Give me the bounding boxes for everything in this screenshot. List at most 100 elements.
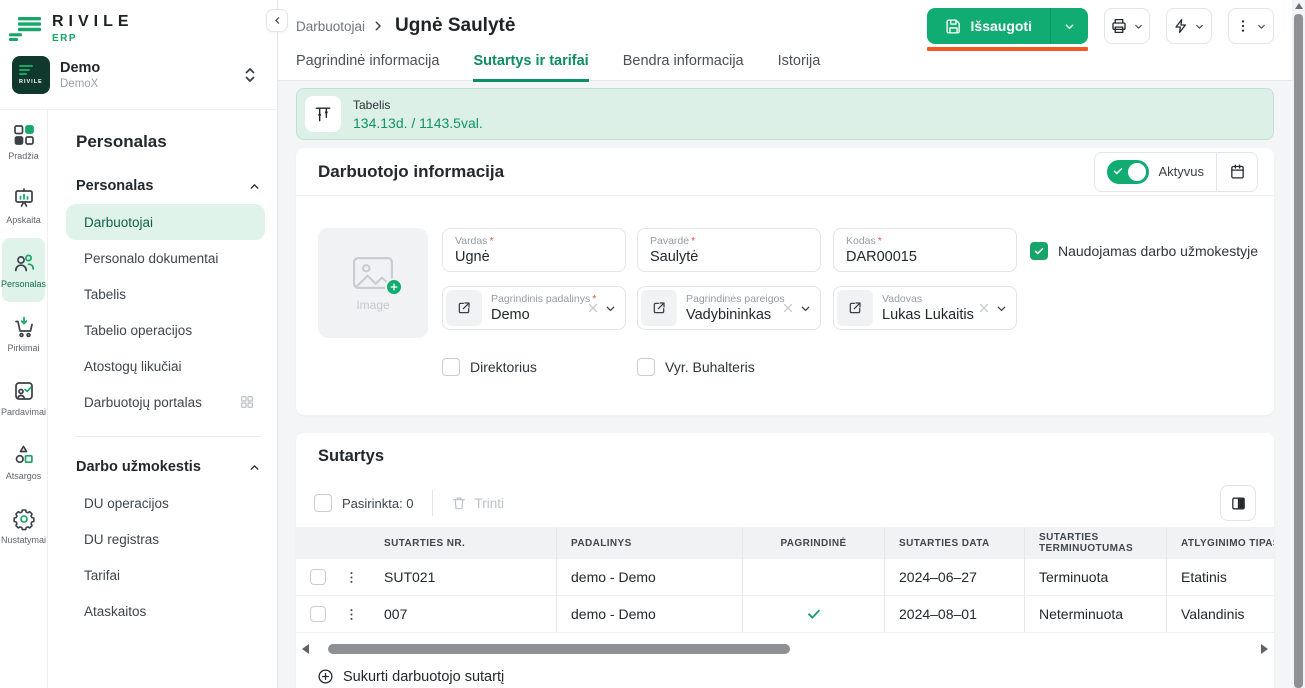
more-menu-button[interactable]	[1228, 8, 1274, 44]
sidebar-item-personalo-dokumentai[interactable]: Personalo dokumentai	[66, 240, 265, 276]
col-sutarties-nr[interactable]: SUTARTIES NR.	[370, 527, 556, 559]
add-photo-icon[interactable]	[385, 278, 403, 296]
gear-icon	[12, 507, 36, 531]
payroll-checkbox-label: Naudojamas darbo užmokestyje	[1058, 243, 1258, 259]
save-button[interactable]: Išsaugoti	[927, 8, 1088, 44]
col-atlyginimo-tipas[interactable]: ATLYGINIMO TIPAS	[1166, 527, 1274, 559]
table-row[interactable]: 007 demo - Demo 2024–08–01 Neterminuota …	[296, 596, 1274, 633]
rail-item-nustatymai[interactable]: Nustatymai	[2, 494, 45, 558]
col-terminuotumas[interactable]: SUTARTIES TERMINUOTUMAS	[1024, 527, 1166, 559]
required-mark: *	[878, 235, 882, 247]
scroll-left-arrow[interactable]	[302, 644, 309, 654]
sidebar-item-darbuotojai[interactable]: Darbuotojai	[66, 204, 265, 240]
cell-pagrindine	[742, 596, 884, 632]
company-name: Demo	[60, 60, 100, 76]
rail-item-atsargos[interactable]: Atsargos	[2, 430, 45, 494]
row-checkbox[interactable]	[310, 606, 326, 622]
buhalteris-checkbox[interactable]	[637, 358, 655, 376]
pavarde-field[interactable]: Pavardė* Saulytė	[637, 228, 821, 272]
sidebar-item-darbuotoju-portalas[interactable]: Darbuotojų portalas	[66, 384, 265, 420]
clear-icon[interactable]	[586, 301, 600, 315]
section-label: Darbo užmokestis	[76, 459, 201, 475]
tab-bendra-informacija[interactable]: Bendra informacija	[623, 53, 744, 82]
sidebar-collapse-button[interactable]	[266, 9, 288, 32]
sidebar-item-tabelis[interactable]: Tabelis	[66, 276, 265, 312]
open-padalinys-button[interactable]	[446, 290, 482, 326]
cell-sutarties-data: 2024–06–27	[884, 559, 1024, 595]
print-button[interactable]	[1104, 8, 1150, 44]
tabelis-value: 134.13d. / 1143.5val.	[353, 115, 483, 131]
vardas-field[interactable]: Vardas* Ugnė	[442, 228, 626, 272]
padalinys-select[interactable]: Pagrindinis padalinys* Demo	[442, 286, 626, 330]
menu-title: Personalas	[76, 132, 265, 152]
vertical-scrollbar[interactable]	[1292, 0, 1305, 688]
company-switch-icon[interactable]	[243, 66, 257, 84]
open-pareigos-button[interactable]	[641, 290, 677, 326]
contracts-toolbar: Pasirinkta: 0 Trinti	[314, 485, 1256, 521]
sidebar-item-ataskaitos[interactable]: Ataskaitos	[66, 593, 265, 629]
padalinys-value: Demo	[491, 307, 586, 323]
section-personalas[interactable]: Personalas	[76, 178, 261, 194]
vadovas-select[interactable]: Vadovas Lukas Lukaitis	[833, 286, 1017, 330]
column-settings-button[interactable]	[1220, 485, 1256, 521]
row-checkbox[interactable]	[310, 569, 326, 585]
vardas-value: Ugnė	[455, 249, 613, 265]
tab-istorija[interactable]: Istorija	[778, 53, 821, 82]
vertical-scroll-thumb[interactable]	[1294, 14, 1303, 688]
tab-sutartys-ir-tarifai[interactable]: Sutartys ir tarifai	[473, 53, 588, 82]
select-all-checkbox[interactable]	[314, 494, 332, 512]
rail-item-apskaita[interactable]: Apskaita	[2, 174, 45, 238]
tab-pagrindine-informacija[interactable]: Pagrindinė informacija	[296, 53, 439, 82]
horizontal-scroll-thumb[interactable]	[328, 644, 790, 654]
rail-item-pirkimai[interactable]: Pirkimai	[2, 302, 45, 366]
chevron-down-icon[interactable]	[799, 302, 812, 315]
field-label: Pagrindinės pareigos	[686, 293, 785, 305]
company-logo-bars	[19, 65, 33, 77]
payroll-checkbox-row[interactable]: Naudojamas darbo užmokestyje	[1030, 242, 1258, 260]
col-padalinys[interactable]: PADALINYS	[556, 527, 742, 559]
sidebar-item-atostogu-likuciai[interactable]: Atostogų likučiai	[66, 348, 265, 384]
company-selector[interactable]: RIVILE Demo DemoX	[0, 50, 277, 94]
direktorius-checkbox[interactable]	[442, 358, 460, 376]
create-contract-button[interactable]: Sukurti darbuotojo sutartį	[317, 668, 504, 685]
employee-photo-upload[interactable]: Image	[318, 228, 428, 338]
active-toggle[interactable]	[1107, 160, 1149, 184]
buhalteris-checkbox-row[interactable]: Vyr. Buhalteris	[637, 358, 755, 376]
col-sutarties-data[interactable]: SUTARTIES DATA	[884, 527, 1024, 559]
payroll-checkbox[interactable]	[1030, 242, 1048, 260]
contracts-table: SUTARTIES NR. PADALINYS PAGRINDINĖ SUTAR…	[296, 527, 1274, 633]
scroll-right-arrow[interactable]	[1261, 644, 1268, 654]
kodas-field[interactable]: Kodas* DAR00015	[833, 228, 1017, 272]
col-pagrindine[interactable]: PAGRINDINĖ	[742, 527, 884, 559]
rail-item-pardavimai[interactable]: Pardavimai	[2, 366, 45, 430]
save-dropdown-button[interactable]	[1051, 8, 1088, 44]
row-kebab-icon[interactable]	[344, 570, 359, 585]
delete-button[interactable]: Trinti	[451, 495, 505, 511]
horizontal-scrollbar[interactable]	[302, 641, 1268, 657]
section-darbo-uzmokestis[interactable]: Darbo užmokestis	[76, 459, 261, 475]
row-kebab-icon[interactable]	[344, 607, 359, 622]
clear-icon[interactable]	[977, 301, 991, 315]
table-row[interactable]: SUT021 demo - Demo 2024–06–27 Terminuota…	[296, 559, 1274, 596]
icon-rail: Pradžia Apskaita Personalas	[0, 110, 48, 688]
open-vadovas-button[interactable]	[837, 290, 873, 326]
direktorius-checkbox-row[interactable]: Direktorius	[442, 358, 537, 376]
tabelis-banner[interactable]: Tabelis 134.13d. / 1143.5val.	[296, 88, 1274, 140]
sidebar-item-du-operacijos[interactable]: DU operacijos	[66, 485, 265, 521]
sidebar-item-du-registras[interactable]: DU registras	[66, 521, 265, 557]
activity-calendar-button[interactable]	[1217, 163, 1257, 180]
scroll-up-arrow[interactable]	[1295, 3, 1303, 9]
rail-label: Personalas	[1, 279, 46, 289]
pareigos-select[interactable]: Pagrindinės pareigos Vadybininkas	[637, 286, 821, 330]
rail-item-pradzia[interactable]: Pradžia	[2, 110, 45, 174]
clear-icon[interactable]	[781, 301, 795, 315]
section-label: Personalas	[76, 178, 153, 194]
breadcrumb-parent[interactable]: Darbuotojai	[296, 19, 365, 34]
actions-button[interactable]	[1166, 8, 1212, 44]
sidebar-item-tabelio-operacijos[interactable]: Tabelio operacijos	[66, 312, 265, 348]
sidebar-item-tarifai[interactable]: Tarifai	[66, 557, 265, 593]
rail-item-personalas[interactable]: Personalas	[2, 238, 45, 302]
main-area: Darbuotojai Ugnė Saulytė Išsaugoti	[278, 0, 1292, 688]
chevron-down-icon[interactable]	[995, 302, 1008, 315]
chevron-down-icon[interactable]	[604, 302, 617, 315]
